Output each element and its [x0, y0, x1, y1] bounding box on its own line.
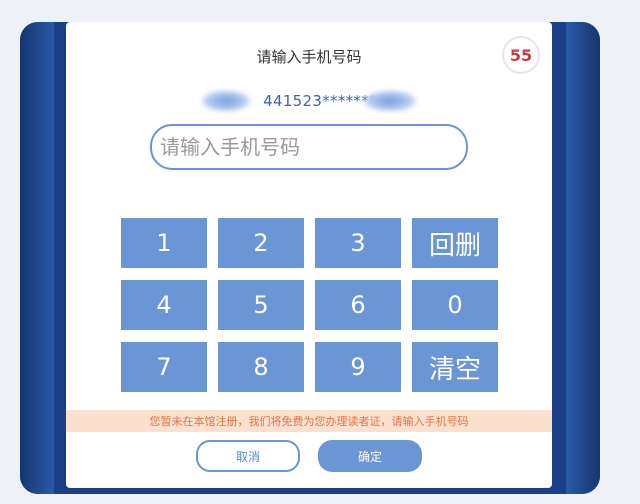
- key-2[interactable]: 2: [218, 218, 304, 268]
- cancel-button[interactable]: 取消: [196, 440, 300, 472]
- key-4[interactable]: 4: [121, 280, 207, 330]
- numeric-keypad: 1 2 3 回删 4 5 6 0 7 8 9 清空: [121, 218, 498, 392]
- backspace-key[interactable]: 回删: [412, 218, 498, 268]
- frame-left-edge: [20, 22, 54, 494]
- registration-notice: 您暂未在本馆注册，我们将免费为您办理读者证，请输入手机号码: [66, 410, 552, 432]
- key-8[interactable]: 8: [218, 342, 304, 392]
- dialog-title: 请输入手机号码: [256, 48, 362, 66]
- key-7[interactable]: 7: [121, 342, 207, 392]
- redacted-id-blur: [362, 90, 417, 112]
- clear-key[interactable]: 清空: [412, 342, 498, 392]
- redacted-name-blur: [201, 90, 252, 112]
- phone-number-input[interactable]: [150, 124, 468, 170]
- key-9[interactable]: 9: [315, 342, 401, 392]
- countdown-timer: 55: [502, 36, 540, 74]
- phone-entry-dialog: 请输入手机号码 55 441523******* 1 2 3 回删 4 5 6 …: [66, 22, 552, 488]
- masked-id-number: 441523*******: [263, 92, 377, 110]
- frame-right-edge: [566, 22, 600, 494]
- key-6[interactable]: 6: [315, 280, 401, 330]
- key-0[interactable]: 0: [412, 280, 498, 330]
- key-3[interactable]: 3: [315, 218, 401, 268]
- confirm-button[interactable]: 确定: [318, 440, 422, 472]
- key-5[interactable]: 5: [218, 280, 304, 330]
- key-1[interactable]: 1: [121, 218, 207, 268]
- reader-id-line: 441523*******: [66, 86, 552, 116]
